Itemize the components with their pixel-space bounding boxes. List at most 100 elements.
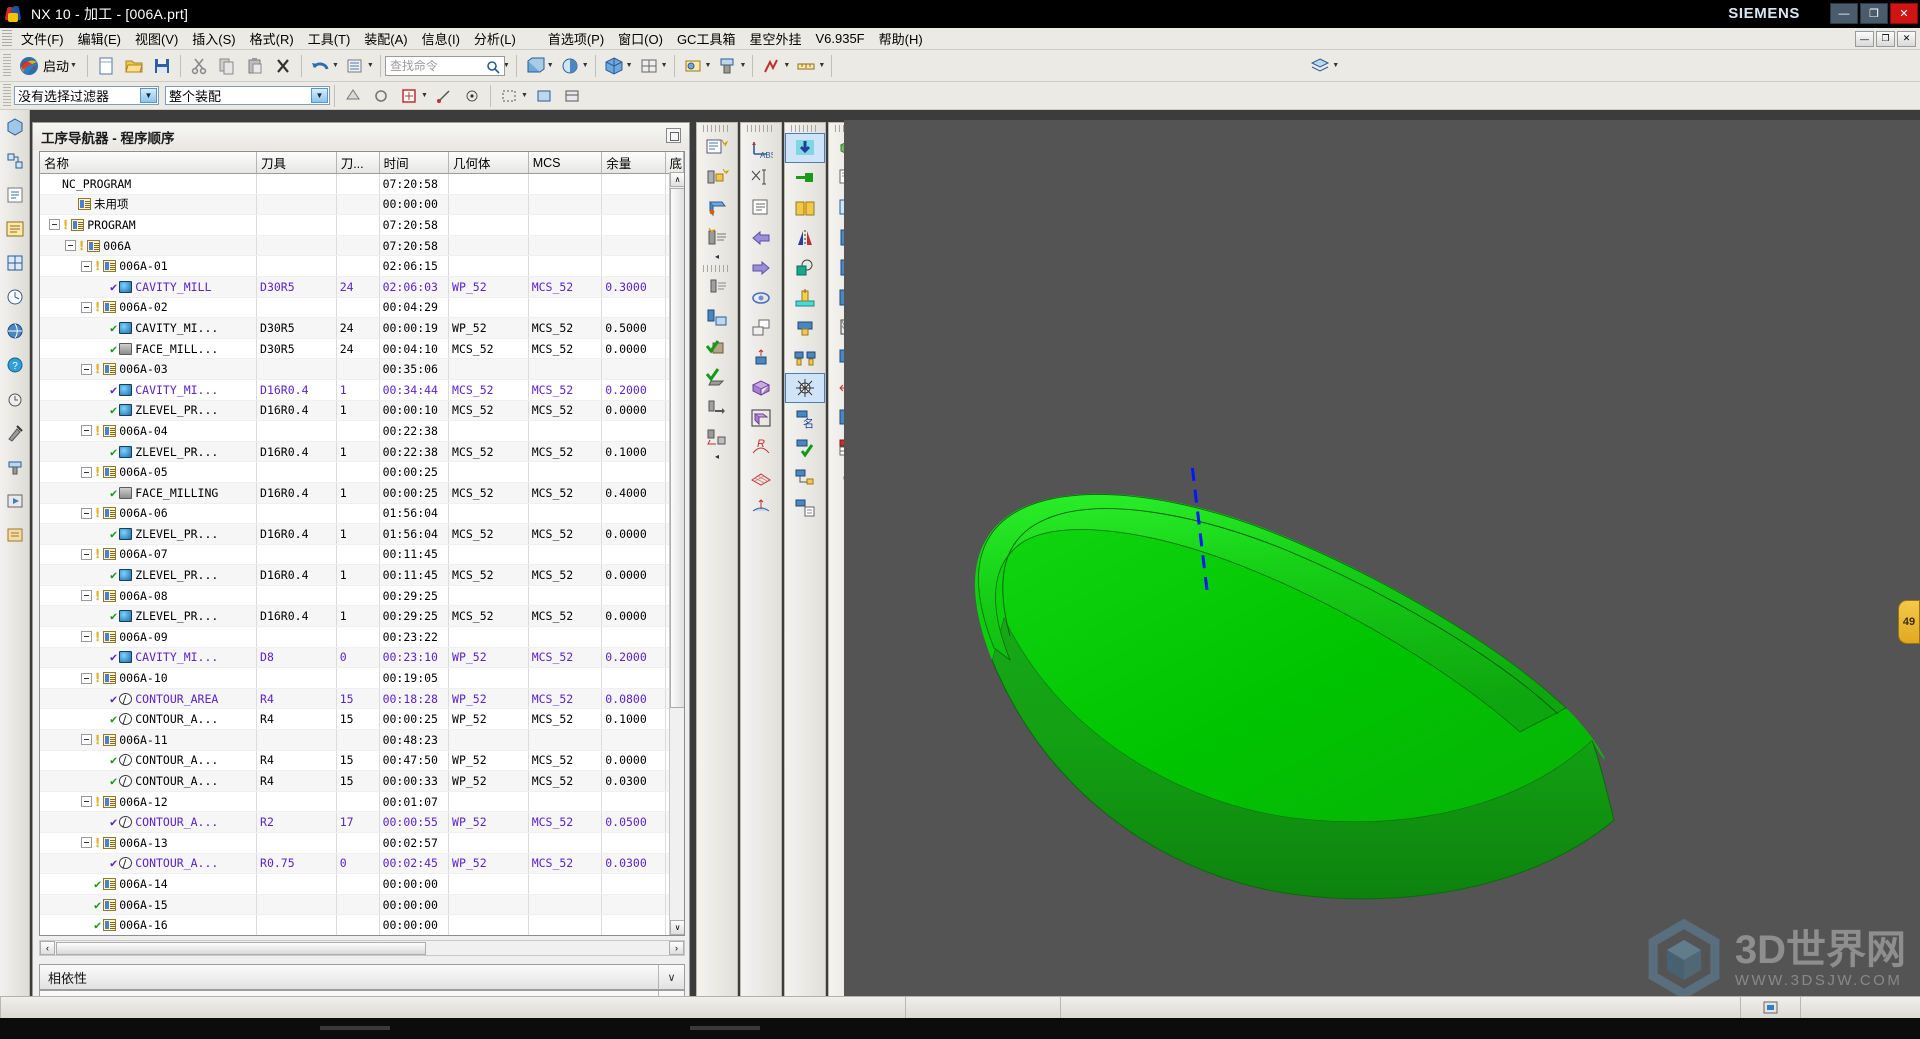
toolbar-grip-1[interactable]	[3, 53, 11, 78]
render-style-icon[interactable]	[557, 53, 583, 79]
dependencies-chevron-down-icon[interactable]: ∨	[658, 965, 684, 989]
layer-settings-icon[interactable]	[1307, 53, 1333, 79]
tree-horizontal-scrollbar[interactable]: ‹ ›	[39, 940, 685, 956]
table-row[interactable]: ✔ CONTOUR_A... R4 15 00:00:25 WP_52 MCS_52 0.10…	[40, 708, 684, 731]
cell-name[interactable]: ✔ CONTOUR_AREA	[40, 688, 258, 710]
menu-assemblies[interactable]: 装配(A)	[357, 28, 414, 49]
table-row[interactable]: ✔ 006A-16 00:00:00	[40, 914, 684, 935]
menu-tools[interactable]: 工具(T)	[301, 28, 358, 49]
tree-expander-icon[interactable]	[81, 837, 92, 849]
multi-fixture-icon[interactable]	[785, 343, 825, 373]
mesh-surface-icon[interactable]	[741, 463, 781, 493]
menu-preferences[interactable]: 首选项(P)	[541, 28, 611, 49]
table-row[interactable]: ✔ CONTOUR_A... R4 15 00:00:33 WP_52 MCS_52 0.03…	[40, 770, 684, 792]
delete-icon[interactable]	[270, 53, 296, 79]
cell-name[interactable]: ! 006A-11	[40, 729, 258, 751]
scroll-down-button[interactable]: ∨	[670, 920, 684, 935]
cell-name[interactable]: ✔ CAVITY_MI...	[40, 317, 258, 339]
cell-name[interactable]: ✔ 006A-14	[40, 873, 258, 895]
machine-tool-icon[interactable]	[714, 53, 740, 79]
cell-name[interactable]: ! 006A-09	[40, 626, 258, 648]
cell-name[interactable]: ✔ CONTOUR_A...	[40, 708, 258, 731]
table-row[interactable]: ! 006A-06 01:56:04	[40, 503, 684, 525]
undo-chevron-down-icon[interactable]: ▼	[332, 62, 339, 69]
snap-chevron-down-icon[interactable]: ▼	[421, 92, 428, 99]
cell-name[interactable]: NC_PROGRAM	[40, 173, 258, 195]
snap-point-icon[interactable]	[396, 83, 422, 109]
menu-edit[interactable]: 编辑(E)	[71, 28, 128, 49]
table-row[interactable]: ! 006A-10 00:19:05	[40, 667, 684, 689]
tree-expander-icon[interactable]	[81, 507, 92, 519]
select-edge-icon[interactable]	[368, 83, 394, 109]
part-model[interactable]: Y Z	[844, 120, 1920, 1018]
tree-expander-icon[interactable]	[49, 219, 60, 231]
table-row[interactable]: ! 006A-12 00:01:07	[40, 791, 684, 813]
vtoolbar-more-1[interactable]: ◂	[697, 253, 737, 263]
measure-chevron-down-icon[interactable]: ▼	[818, 62, 825, 69]
scroll-thumb[interactable]	[670, 188, 684, 708]
transform-operation-icon[interactable]	[697, 423, 737, 453]
table-row[interactable]: ✔ 006A-15 00:00:00	[40, 894, 684, 916]
cell-name[interactable]: ✔ 006A-15	[40, 894, 258, 916]
vtoolbar-grip-3[interactable]	[747, 125, 775, 132]
menu-analysis[interactable]: 分析(L)	[467, 28, 523, 49]
resource-timer-icon[interactable]	[0, 382, 30, 416]
geometry-view-icon[interactable]	[680, 53, 706, 79]
cell-name[interactable]: ! 006A-03	[40, 358, 258, 380]
table-row[interactable]: ! 006A-07 00:11:45	[40, 544, 684, 566]
menu-file[interactable]: 文件(F)	[14, 28, 71, 49]
create-method-icon[interactable]	[697, 223, 737, 253]
column-header-tool[interactable]: 刀具	[256, 152, 337, 174]
chevron-down-icon[interactable]: ▼	[70, 62, 77, 69]
table-row[interactable]: ! PROGRAM 07:20:58	[40, 214, 684, 236]
resource-help-icon[interactable]: ?	[0, 348, 30, 382]
resource-roles-icon[interactable]	[0, 518, 30, 552]
cell-name[interactable]: ! 006A-04	[40, 420, 258, 442]
cell-name[interactable]: ✔ ZLEVEL_PR...	[40, 564, 258, 586]
mirror-toolpath-icon[interactable]	[785, 223, 825, 253]
cell-name[interactable]: ✔ 006A-16	[40, 914, 258, 935]
table-row[interactable]: ✔ ZLEVEL_PR... D16R0.4 1 00:29:25 MCS_52 MCS_5…	[40, 605, 684, 628]
column-header-toolnum[interactable]: 刀...	[336, 152, 380, 174]
cell-name[interactable]: ✔ ZLEVEL_PR...	[40, 605, 258, 628]
selection-filter-chevron-down-icon[interactable]: ▼	[140, 88, 157, 103]
tree-expander-icon[interactable]	[81, 631, 92, 643]
table-row[interactable]: ✔ CONTOUR_A... R2 17 00:00:55 WP_52 MCS_52 0.05…	[40, 811, 684, 833]
table-row[interactable]: ! 006A-11 00:48:23	[40, 729, 684, 751]
dependencies-panel[interactable]: 相依性 ∨	[39, 964, 685, 990]
generate-toolpath-icon[interactable]	[697, 273, 737, 303]
cell-name[interactable]: ! 006A-08	[40, 585, 258, 607]
rename-operation-icon[interactable]: 名	[785, 403, 825, 433]
iso-view-icon[interactable]	[601, 53, 627, 79]
display-part-icon[interactable]	[559, 83, 585, 109]
cell-name[interactable]: ! 006A-01	[40, 255, 258, 277]
snap-midpoint-icon[interactable]	[459, 83, 485, 109]
taskbar[interactable]	[0, 1018, 1920, 1039]
paste-icon[interactable]	[242, 53, 268, 79]
new-document-icon[interactable]	[93, 53, 119, 79]
create-tool-icon[interactable]	[697, 163, 737, 193]
menu-grip[interactable]	[2, 29, 12, 48]
assembly-scope-chevron-down-icon[interactable]: ▼	[311, 88, 328, 103]
resource-constraint-navigator-icon[interactable]	[0, 144, 30, 178]
cell-name[interactable]: ✔ ZLEVEL_PR...	[40, 400, 258, 422]
cell-name[interactable]: ✔ FACE_MILLING	[40, 482, 258, 504]
copy-paste-operation-icon[interactable]	[741, 313, 781, 343]
menu-information[interactable]: 信息(I)	[415, 28, 467, 49]
start-menu-button[interactable]: 启动 ▼	[14, 55, 83, 77]
cell-name[interactable]: ✔ ZLEVEL_PR...	[40, 523, 258, 545]
tree-expander-icon[interactable]	[81, 260, 92, 272]
vtoolbar-grip-2[interactable]	[703, 265, 731, 272]
column-header-time[interactable]: 时间	[379, 152, 450, 174]
blank-geometry-icon[interactable]	[741, 373, 781, 403]
iso-chevron-down-icon[interactable]: ▼	[626, 62, 633, 69]
operation-tree-grid[interactable]: 名称 刀具 刀... 时间 几何体 MCS 余量 底 NC_PROGRAM 07:…	[39, 151, 685, 936]
measure-icon[interactable]	[793, 53, 819, 79]
table-row[interactable]: ✔ FACE_MILL... D30R5 24 00:04:10 MCS_52 MCS_52…	[40, 338, 684, 360]
mdi-minimize-button[interactable]: —	[1855, 30, 1874, 47]
table-row[interactable]: ! 006A-01 02:06:15	[40, 255, 684, 277]
fixture-offset-icon[interactable]	[785, 313, 825, 343]
tree-expander-icon[interactable]	[81, 466, 92, 478]
window-select-chevron-down-icon[interactable]: ▼	[521, 92, 528, 99]
cell-name[interactable]: ! 006A-07	[40, 544, 258, 566]
